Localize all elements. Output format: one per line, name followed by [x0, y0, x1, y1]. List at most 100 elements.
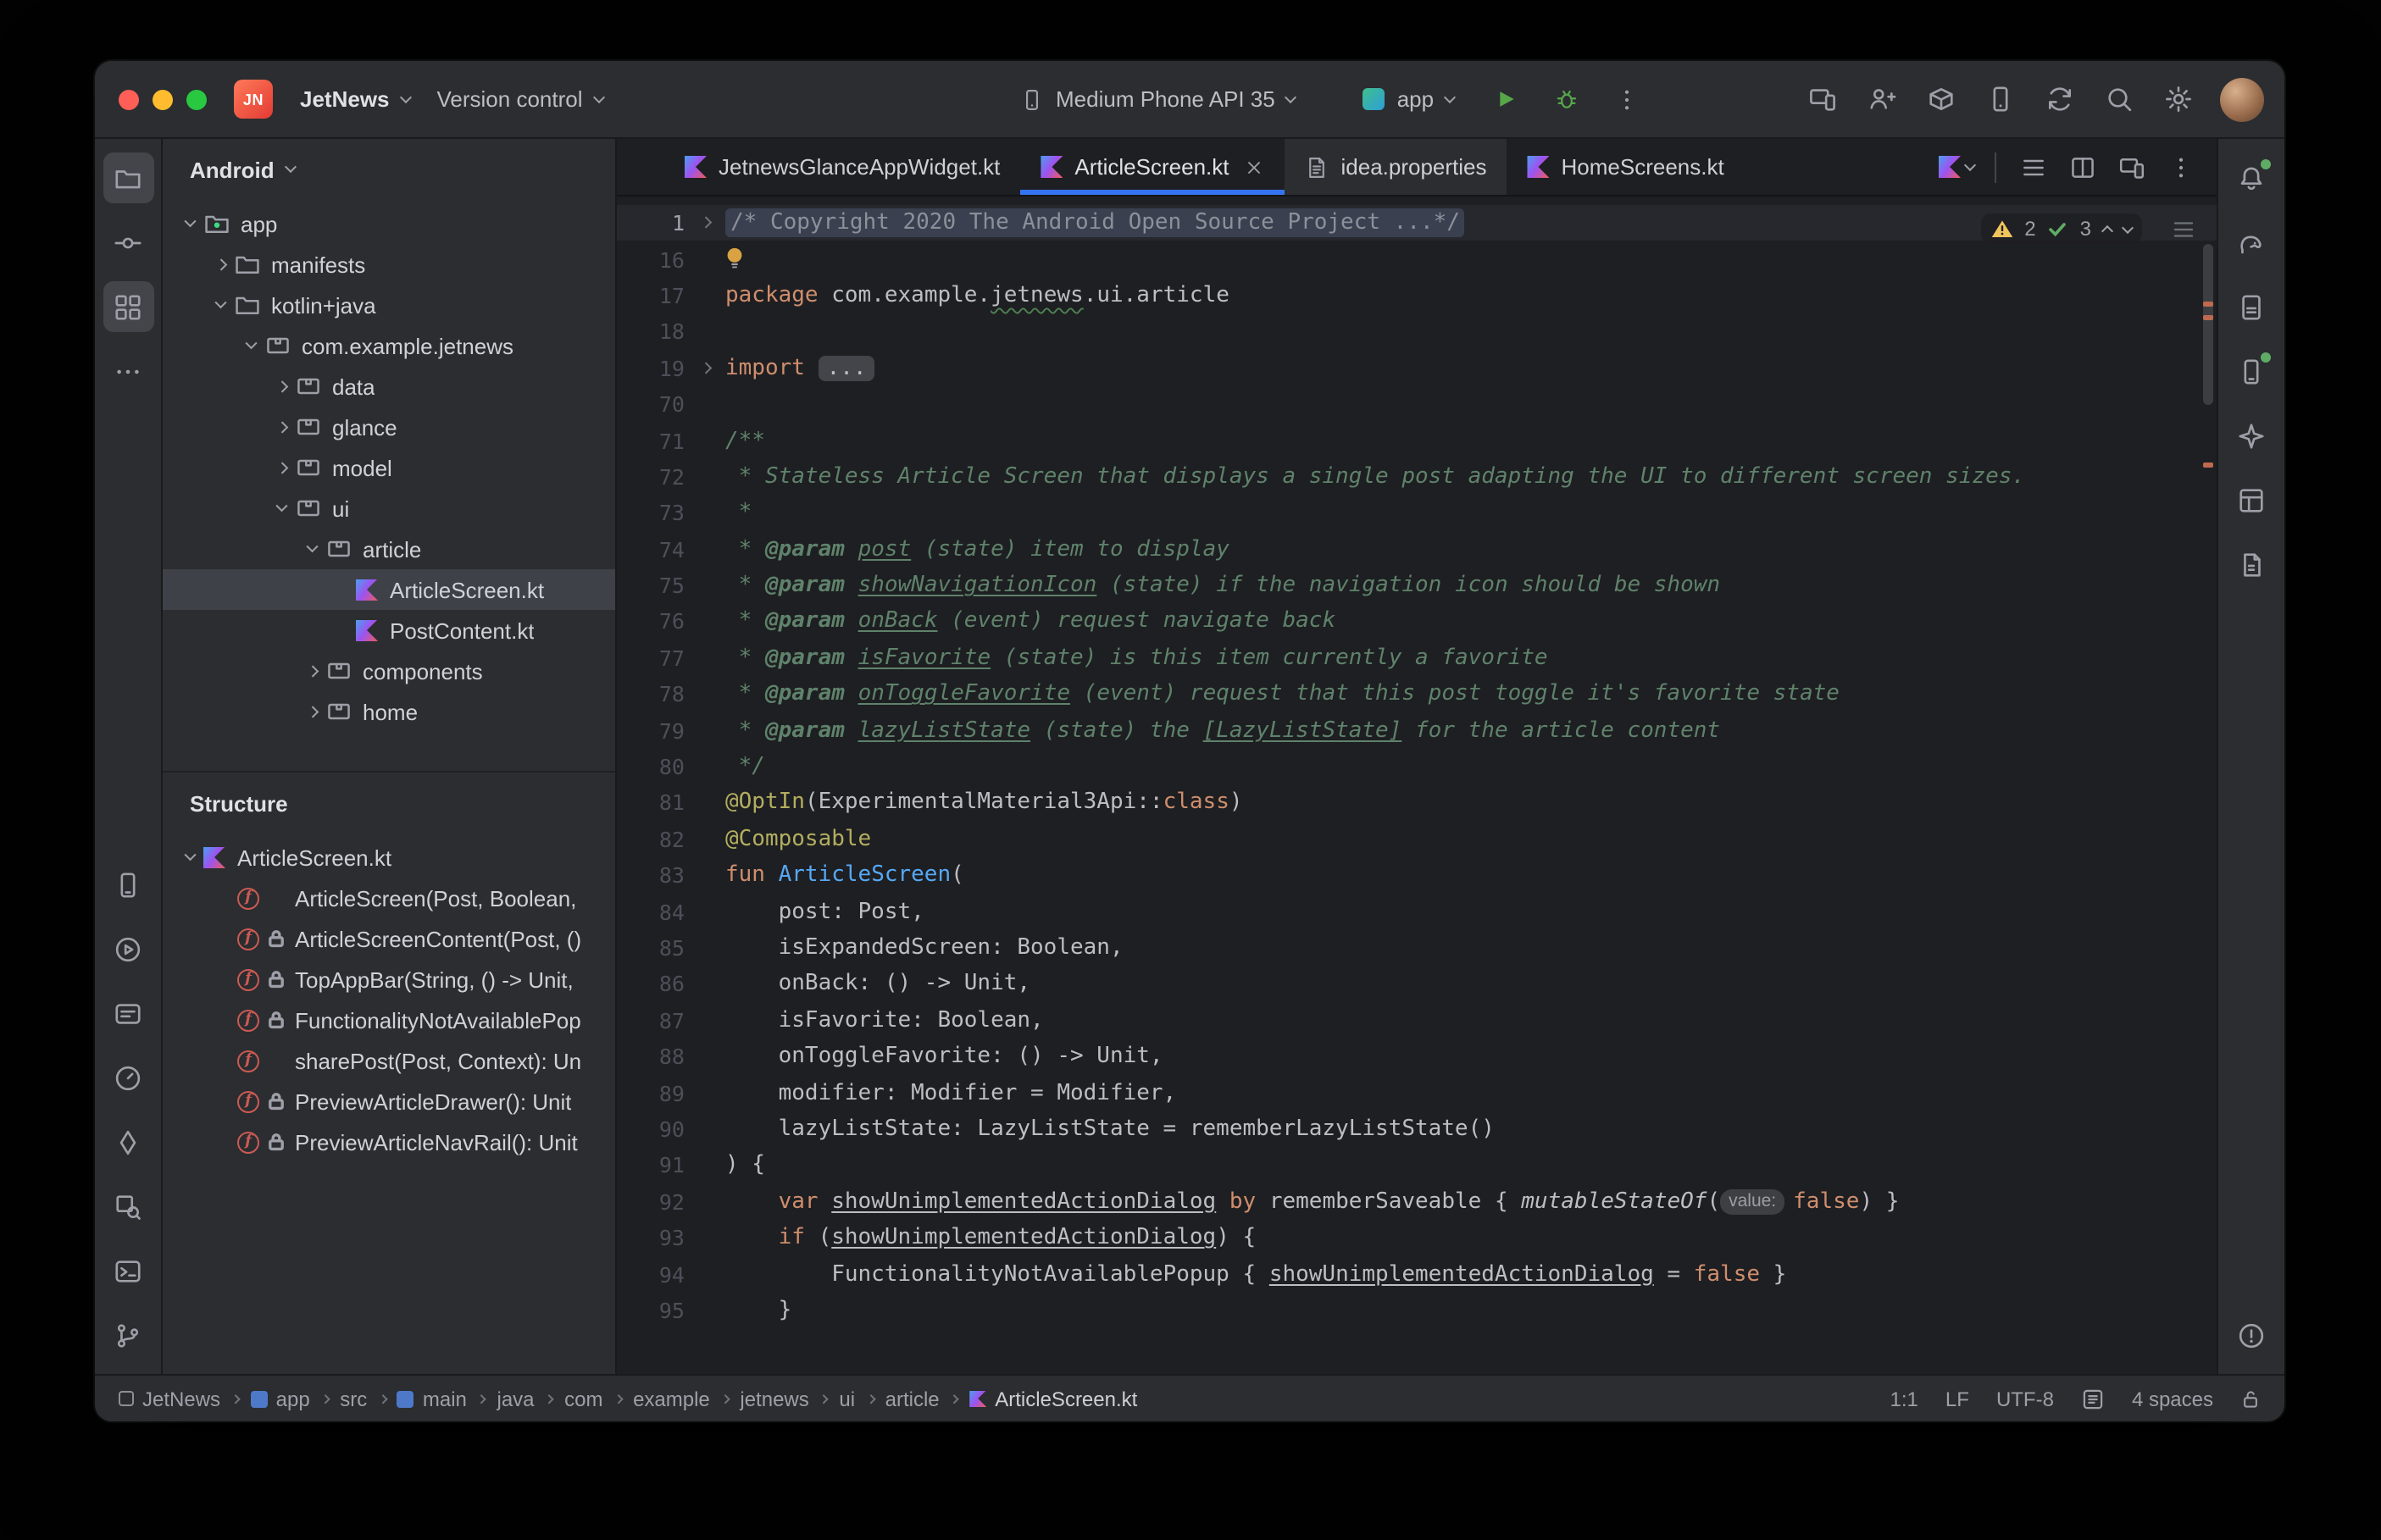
gradle-icon[interactable] — [2226, 217, 2277, 268]
project-tree-item[interactable]: home — [163, 691, 615, 732]
breadcrumb-item[interactable]: app — [251, 1387, 310, 1410]
code-line[interactable]: 17package com.example.jetnews.ui.article — [617, 278, 2217, 314]
more-options-icon[interactable] — [2159, 145, 2203, 189]
code-line[interactable]: 18 — [617, 313, 2217, 350]
line-number[interactable]: 88 — [617, 1044, 685, 1069]
device-mirror-icon[interactable] — [2110, 145, 2154, 189]
code-line[interactable]: 95 } — [617, 1292, 2217, 1328]
version-control-icon[interactable] — [103, 1310, 153, 1360]
line-number[interactable]: 72 — [617, 464, 685, 490]
line-number[interactable]: 89 — [617, 1080, 685, 1105]
code-line[interactable]: 86 onBack: () -> Unit, — [617, 966, 2217, 1002]
tree-chevron-icon[interactable] — [176, 856, 203, 859]
breadcrumb-item[interactable]: ArticleScreen.kt — [969, 1387, 1137, 1410]
project-tree-item[interactable]: com.example.jetnews — [163, 325, 615, 366]
tree-chevron-icon[interactable] — [298, 548, 325, 551]
line-number[interactable]: 80 — [617, 754, 685, 779]
breadcrumb-item[interactable]: example — [633, 1387, 710, 1410]
more-icon[interactable] — [103, 346, 153, 396]
breadcrumb-item[interactable]: JetNews — [119, 1387, 220, 1410]
project-view-selector[interactable]: Android — [163, 139, 615, 200]
problems-icon[interactable] — [2226, 1310, 2277, 1360]
breadcrumb-item[interactable]: src — [340, 1387, 367, 1410]
line-number[interactable]: 91 — [617, 1153, 685, 1178]
split-editor-icon[interactable] — [2061, 145, 2105, 189]
project-icon[interactable] — [103, 152, 153, 203]
vcs-widget[interactable]: Version control — [424, 78, 617, 120]
structure-root-item[interactable]: ArticleScreen.kt — [163, 837, 615, 878]
code-line[interactable]: 84 post: Post, — [617, 894, 2217, 930]
title-bar[interactable]: JN JetNews Version control Medium Phone … — [95, 61, 2284, 139]
project-tree-item[interactable]: ArticleScreen.kt — [163, 569, 615, 610]
code-line[interactable]: 80 */ — [617, 749, 2217, 785]
device-explorer-icon[interactable] — [2226, 281, 2277, 332]
line-number[interactable]: 83 — [617, 862, 685, 888]
line-number[interactable]: 76 — [617, 609, 685, 634]
close-tab-icon[interactable] — [1245, 157, 1265, 177]
project-tree-item[interactable]: ui — [163, 488, 615, 529]
inspections-widget[interactable]: 2 3 — [1980, 213, 2142, 244]
notifications-icon[interactable] — [2226, 152, 2277, 203]
tree-chevron-icon[interactable] — [237, 345, 264, 347]
structure-item[interactable]: fArticleScreen(Post, Boolean, — [163, 878, 615, 918]
close-window-button[interactable] — [119, 89, 139, 109]
code-line[interactable]: 74 * @param post (state) item to display — [617, 531, 2217, 568]
code-line[interactable]: 89 modifier: Modifier = Modifier, — [617, 1075, 2217, 1111]
debug-button[interactable] — [1542, 75, 1590, 123]
tree-chevron-icon[interactable] — [176, 223, 203, 225]
gradle-sync-icon[interactable] — [2035, 75, 2084, 124]
code-line[interactable]: 82@Composable — [617, 821, 2217, 857]
device-mirror-icon[interactable] — [103, 859, 153, 910]
code-line[interactable]: 81@OptIn(ExperimentalMaterial3Api::class… — [617, 785, 2217, 822]
breadcrumb-item[interactable]: jetnews — [740, 1387, 808, 1410]
more-actions-icon[interactable] — [1603, 75, 1651, 123]
editor-tab[interactable]: HomeScreens.kt — [1507, 139, 1745, 195]
file-encoding[interactable]: UTF-8 — [1996, 1387, 2054, 1410]
code-line[interactable]: 76 * @param onBack (event) request navig… — [617, 604, 2217, 640]
line-number[interactable]: 87 — [617, 1008, 685, 1033]
app-inspection-icon[interactable] — [103, 1181, 153, 1232]
line-number[interactable]: 93 — [617, 1225, 685, 1250]
line-number[interactable]: 78 — [617, 682, 685, 707]
fold-icon[interactable] — [685, 219, 725, 227]
code-line[interactable]: 73 * — [617, 495, 2217, 531]
line-number[interactable]: 18 — [617, 319, 685, 345]
project-tree-item[interactable]: model — [163, 447, 615, 488]
structure-item[interactable]: fsharePost(Post, Context): Un — [163, 1040, 615, 1081]
lock-icon[interactable] — [2240, 1388, 2261, 1409]
tree-chevron-icon[interactable] — [268, 383, 295, 391]
code-line[interactable]: 87 isFavorite: Boolean, — [617, 1002, 2217, 1039]
line-number[interactable]: 82 — [617, 827, 685, 852]
breadcrumb-item[interactable]: main — [397, 1387, 467, 1410]
project-tree-item[interactable]: PostContent.kt — [163, 610, 615, 651]
line-number[interactable]: 77 — [617, 645, 685, 671]
line-number[interactable]: 19 — [617, 356, 685, 381]
project-tree-item[interactable]: data — [163, 366, 615, 407]
code-with-me-icon[interactable] — [1857, 75, 1906, 124]
breadcrumb-item[interactable]: java — [497, 1387, 535, 1410]
line-number[interactable]: 95 — [617, 1298, 685, 1323]
line-number[interactable]: 73 — [617, 501, 685, 526]
structure-item[interactable]: fPreviewArticleDrawer(): Unit — [163, 1081, 615, 1122]
code-line[interactable]: 92 var showUnimplementedActionDialog by … — [617, 1183, 2217, 1220]
warning-stripe-mark[interactable] — [2203, 463, 2213, 468]
code-line[interactable]: 70 — [617, 386, 2217, 423]
zoom-window-button[interactable] — [186, 89, 207, 109]
project-tree-item[interactable]: components — [163, 651, 615, 691]
tree-chevron-icon[interactable] — [268, 464, 295, 472]
code-line[interactable]: 90 lazyListState: LazyListState = rememb… — [617, 1111, 2217, 1148]
device-manager-icon[interactable] — [2226, 346, 2277, 396]
line-number[interactable]: 16 — [617, 247, 685, 272]
project-tree-item[interactable]: article — [163, 529, 615, 569]
gemini-icon[interactable] — [2226, 410, 2277, 461]
code-line[interactable]: 91) { — [617, 1147, 2217, 1183]
avd-manager-icon[interactable] — [1976, 75, 2025, 124]
next-issue-icon[interactable] — [2122, 221, 2134, 233]
editor-tab[interactable]: idea.properties — [1285, 139, 1507, 195]
line-number[interactable]: 90 — [617, 1116, 685, 1142]
line-number[interactable]: 86 — [617, 972, 685, 997]
search-icon[interactable] — [2095, 75, 2144, 124]
tree-chevron-icon[interactable] — [268, 507, 295, 510]
hidden-tabs-dropdown[interactable] — [1934, 145, 1979, 189]
tree-chevron-icon[interactable] — [207, 304, 234, 307]
